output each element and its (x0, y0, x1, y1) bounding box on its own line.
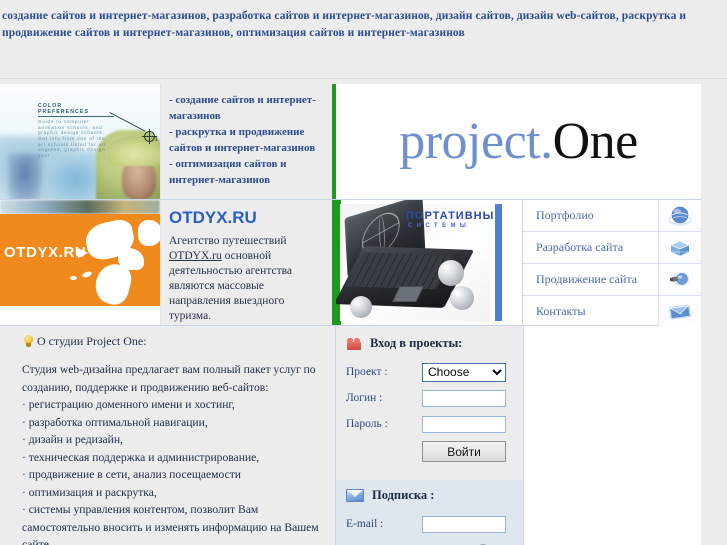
email-field (422, 515, 517, 534)
subscribe-radio-row: Подписаться : (346, 539, 517, 545)
about-list-item: · оптимизация и раскрутка, (22, 485, 157, 499)
password-input[interactable] (422, 416, 506, 434)
about-heading-text: О студии Project One: (37, 334, 147, 348)
top-keywords-banner: создание сайтов и интернет-магазинов, ра… (2, 10, 687, 39)
menu-item-development[interactable]: Разработка сайта (523, 232, 701, 264)
crosshair-icon (142, 129, 157, 144)
subscribe-form-heading: Подписка : (346, 488, 517, 503)
about-list-item: · системы управления контентом, позволит… (22, 503, 319, 545)
body-row: О студии Project One: Студия web-дизайна… (0, 326, 701, 545)
slogan-line-3: - оптимизация сайтов и интернет-магазино… (169, 158, 287, 186)
password-label: Пароль : (346, 418, 388, 430)
otdyx-body: Агентство путешествий OTDYX.ru основной … (169, 234, 324, 324)
submit-spacer (346, 441, 422, 462)
menu-item-portfolio[interactable]: Портфолио (523, 200, 701, 232)
logo-project-text: project. (399, 112, 553, 170)
about-body: Студия web-дизайна предлагает вам полный… (22, 361, 325, 545)
world-map-shape-5 (70, 276, 77, 280)
otdyx-text-before: Агентство путешествий (169, 235, 287, 247)
otdyx-banner-text: OTDYX.RU (4, 244, 87, 261)
laptop-banner-title: ПОРТАТИВНЫЕ (406, 210, 503, 222)
project-label: Проект : (346, 366, 388, 378)
decor-sphere-1 (438, 260, 464, 286)
menu-item-contacts[interactable]: Контакты (523, 296, 701, 327)
photo-blur-blob-3 (8, 154, 42, 199)
menu-item-promotion-label: Продвижение сайта (536, 272, 638, 286)
blue-accent-bar (495, 204, 502, 321)
email-label: E-mail : (346, 518, 384, 530)
site-container: COLOR PREFERENCES Guide to computer anim… (0, 84, 701, 545)
about-paragraph: Студия web-дизайна предлагает вам полный… (22, 363, 316, 394)
mail-icon (346, 489, 364, 502)
logo-block[interactable]: project.One (336, 84, 701, 199)
main-navigation-menu: Портфолио Разработка сайта Продвижение с… (522, 200, 701, 327)
envelope-icon (658, 296, 701, 327)
menu-item-portfolio-label: Портфолио (536, 208, 594, 222)
logo-one-text: One (552, 112, 639, 170)
page-root: создание сайтов и интернет-магазинов, ра… (0, 0, 727, 545)
about-list-item: · разработка оптимальной навигации, (22, 415, 208, 429)
login-submit-row: Войти (346, 441, 517, 462)
login-submit-button[interactable]: Войти (422, 441, 506, 462)
site-logo: project.One (399, 112, 639, 170)
otdyx-banner-image[interactable]: OTDYX.RU (0, 200, 161, 325)
email-input[interactable] (422, 516, 506, 534)
menu-item-promotion[interactable]: Продвижение сайта (523, 264, 701, 296)
login-form: Вход в проекты: Проект : Choose Логин : (336, 326, 523, 470)
photo-target-number: 1 (155, 137, 158, 143)
gift-icon (346, 337, 362, 350)
otdyx-title: OTDYX.RU (169, 208, 257, 227)
about-list-item: · продвижение в сети, анализ посещаемост… (22, 468, 241, 481)
bulb-icon (22, 334, 35, 349)
page-right-margin (701, 84, 727, 545)
login-field-row: Логин : (346, 387, 517, 409)
subscribe-form: Подписка : E-mail : Подписаться : (336, 480, 523, 545)
project-field: Choose (422, 362, 517, 382)
world-map-shape-6 (138, 220, 160, 246)
about-heading: О студии Project One: (22, 334, 325, 349)
lightbulb-icon (658, 264, 701, 295)
subscribe-form-heading-text: Подписка : (372, 488, 435, 502)
globe-icon (658, 200, 701, 231)
laptop-image: ПОРТАТИВНЫЕ СИСТЕМЫ (336, 200, 502, 321)
otdyx-link[interactable]: OTDYX.ru (169, 250, 222, 262)
photo-banner[interactable]: COLOR PREFERENCES Guide to computer anim… (0, 84, 161, 199)
about-list-item: · техническая поддержка и администрирова… (22, 450, 260, 464)
decor-sphere-2 (450, 286, 474, 310)
login-label: Логин : (346, 392, 383, 404)
login-field (422, 389, 517, 408)
login-input[interactable] (422, 390, 506, 408)
about-content-column: О студии Project One: Студия web-дизайна… (0, 326, 336, 545)
project-select[interactable]: Choose (422, 362, 506, 382)
slogan-block: - создание сайтов и интернет-магазинов -… (161, 84, 336, 199)
laptop-banner-subtitle: СИСТЕМЫ (408, 223, 471, 229)
forms-column: Вход в проекты: Проект : Choose Логин : (336, 326, 524, 545)
otdyx-orange-strip: OTDYX.RU (0, 214, 160, 306)
laptop-banner[interactable]: ПОРТАТИВНЫЕ СИСТЕМЫ (336, 200, 522, 325)
slogan-line-1: - создание сайтов и интернет-магазинов (169, 94, 316, 122)
decor-sphere-3 (350, 296, 372, 318)
second-row: OTDYX.RU OTDYX.RU Агентство путешествий … (0, 200, 701, 327)
project-field-row: Проект : Choose (346, 361, 517, 383)
header-row: COLOR PREFERENCES Guide to computer anim… (0, 84, 701, 200)
slogan-line-2: - раскрутка и продвижение сайтов и интер… (169, 126, 316, 154)
otdyx-description-block: OTDYX.RU Агентство путешествий OTDYX.ru … (161, 200, 336, 325)
right-empty-column (524, 326, 701, 545)
otdyx-banner-top-strip (0, 200, 160, 214)
about-list-item: · дизайн и редизайн, (22, 433, 123, 446)
top-divider (0, 78, 727, 79)
password-field (422, 415, 517, 434)
box-icon (658, 232, 701, 263)
password-field-row: Пароль : (346, 413, 517, 435)
menu-item-contacts-label: Контакты (536, 304, 586, 318)
login-form-heading-text: Вход в проекты: (370, 336, 463, 350)
about-list-item: · регистрацию доменного имени и хостинг, (22, 398, 235, 411)
photo-caption-title: COLOR PREFERENCES (38, 103, 114, 118)
arrow-icon (78, 248, 88, 258)
email-field-row: E-mail : (346, 513, 517, 535)
login-form-heading: Вход в проекты: (346, 336, 517, 351)
world-map-shape-4 (81, 270, 93, 279)
menu-item-development-label: Разработка сайта (536, 240, 624, 254)
photo-caption-body: Guide to computer animation schools, and… (38, 119, 107, 158)
